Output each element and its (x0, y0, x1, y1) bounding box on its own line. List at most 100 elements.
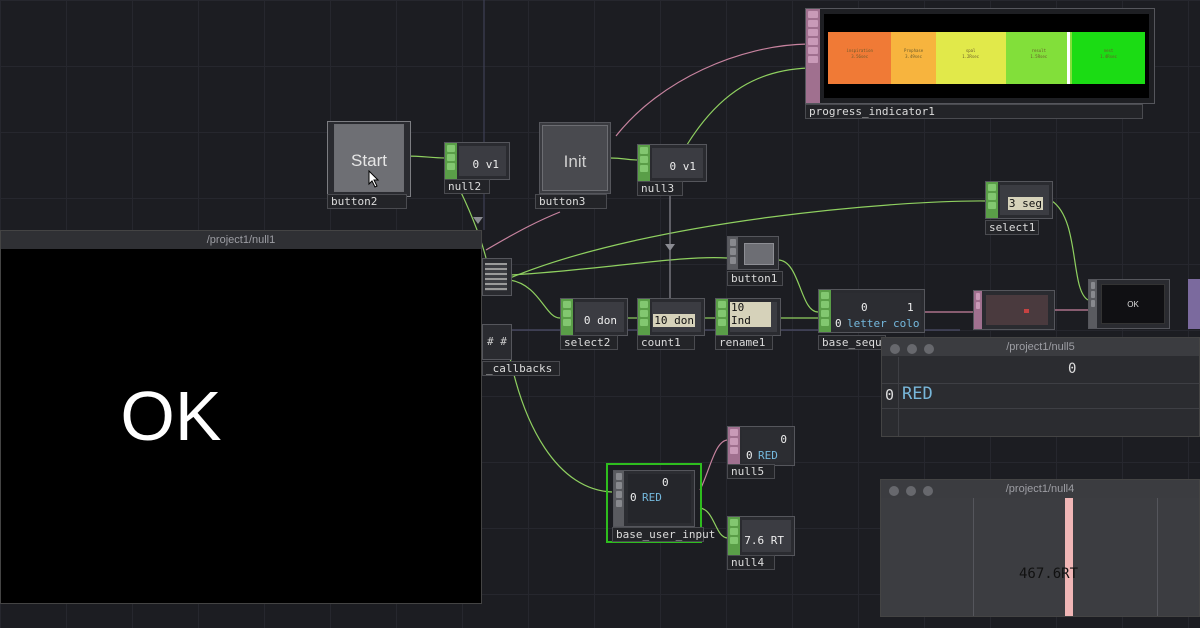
close-dot-icon[interactable] (890, 344, 900, 354)
zoom-dot-icon[interactable] (924, 344, 934, 354)
base-user-input-head: 0 (662, 476, 669, 489)
rename1-node[interactable]: 10 Ind (715, 298, 781, 336)
button1-preview (744, 243, 774, 265)
null3-value: 0 v1 (669, 160, 697, 173)
select1-value: 3 seg (1007, 197, 1043, 210)
base-sequence-cell1: colo (893, 317, 920, 329)
ok-node-text: OK (1127, 300, 1139, 309)
ok-node-preview: OK (1101, 284, 1165, 324)
count1-node[interactable]: 10 don (637, 298, 705, 336)
base-sequence-node[interactable]: 0 1 0 letter colo (818, 289, 925, 333)
null5-viewer-window[interactable]: /project1/null5 0 0 RED (881, 337, 1200, 437)
select2-value: 0 don (583, 314, 617, 327)
base-sequence-col0: 0 (861, 301, 868, 314)
progress-segment3-label: result 1.5Rsec (1030, 48, 1048, 59)
base-sequence-cell0: letter (847, 317, 887, 329)
base-sequence-col1: 1 (907, 301, 914, 314)
null1-ok-text: OK (120, 377, 222, 455)
select1-label: select1 (985, 220, 1039, 235)
base-user-input-row: 0 (630, 491, 637, 504)
null5-label: null5 (727, 464, 775, 479)
progress-marker (1067, 32, 1071, 84)
wire-button1-base (777, 259, 819, 313)
script-node[interactable] (973, 290, 1055, 330)
init-button[interactable]: Init (542, 125, 608, 191)
null3-node[interactable]: 0 v1 (637, 144, 707, 182)
minimize-dot-icon[interactable] (906, 486, 916, 496)
null5-head: 0 (780, 433, 787, 446)
null5-table-header: 0 (882, 357, 1199, 384)
progress-segment4: nest 1.4Rsec (1072, 32, 1145, 84)
button3-label: button3 (535, 194, 607, 209)
null2-value: 0 v1 (472, 158, 500, 171)
null1-viewer-window[interactable]: /project1/null1 OK (0, 230, 482, 604)
null5-node[interactable]: 0 0 RED (727, 426, 795, 466)
offscreen-node-edge (1188, 279, 1200, 329)
null3-label: null3 (637, 181, 683, 196)
callbacks-value: # # (487, 335, 507, 348)
script-node-preview (986, 295, 1048, 325)
minimize-dot-icon[interactable] (907, 344, 917, 354)
null5-cell-value: RED (902, 384, 933, 404)
callbacks-node[interactable]: # # (482, 324, 512, 360)
wire-userinput-null5 (699, 439, 729, 491)
progress-segment1: Prophase 3.49sec (891, 32, 936, 84)
base-sequence-label: base_seque (818, 335, 888, 350)
progress-segment3: result 1.5Rsec (1005, 32, 1073, 84)
base-user-input-label: base_user_input (612, 527, 715, 542)
select2-label: select2 (560, 335, 618, 350)
null4-marker (1065, 498, 1073, 616)
wire-hub-select2 (509, 279, 561, 319)
null5-cell: RED (758, 449, 778, 462)
window-controls (889, 484, 940, 502)
base-sequence-row: 0 (835, 317, 842, 329)
progress-segment0-label: inspiration 3.56sec (846, 48, 873, 59)
hub-node-preview (485, 263, 507, 291)
init-button-label: Init (563, 152, 587, 171)
progress-segment2: spal 1.2Rsec (935, 32, 1006, 84)
null1-window-title: /project1/null1 (1, 231, 481, 249)
start-button-label: Start (351, 151, 387, 170)
null4-value: 7.6 RT (744, 534, 784, 547)
button3-node[interactable]: Init (539, 122, 611, 194)
select1-node[interactable]: 3 seg (985, 181, 1053, 219)
null4-window-title: /project1/null4 (1005, 483, 1075, 495)
null2-node[interactable]: 0 v1 (444, 142, 510, 180)
wire-select1-ok (1051, 200, 1089, 301)
null4-window-titlebar[interactable]: /project1/null4 (881, 480, 1199, 498)
count1-value: 10 don (653, 314, 695, 327)
ok-node[interactable]: OK (1088, 279, 1170, 329)
count1-label: count1 (637, 335, 695, 350)
callbacks-label: _callbacks (482, 361, 560, 376)
null5-row-index: 0 (885, 386, 895, 404)
button1-node[interactable] (727, 236, 779, 270)
progress-indicator-viewer: inspiration 3.56sec Prophase 3.49sec spal … (824, 14, 1149, 98)
button1-label: button1 (727, 271, 783, 286)
progress-segment1-label: Prophase 3.49sec (903, 48, 924, 59)
progress-indicator-node[interactable]: inspiration 3.56sec Prophase 3.49sec spal … (805, 8, 1155, 104)
null5-window-title: /project1/null5 (1006, 341, 1075, 353)
null5-window-titlebar[interactable]: /project1/null5 (882, 338, 1199, 356)
wire-button2-null2 (404, 155, 447, 159)
null5-row: 0 (746, 449, 753, 462)
null4-viewer-window[interactable]: /project1/null4 467.6RT (880, 479, 1200, 617)
null4-node[interactable]: 7.6 RT (727, 516, 795, 556)
mouse-cursor-icon (368, 169, 380, 192)
select2-node[interactable]: 0 don (560, 298, 628, 336)
progress-bar: inspiration 3.56sec Prophase 3.49sec spal … (828, 32, 1145, 84)
progress-segment0: inspiration 3.56sec (828, 32, 892, 84)
rename1-label: rename1 (715, 335, 773, 350)
script-node-dot (1024, 309, 1029, 313)
base-user-input-node[interactable]: 0 0 RED base_user_input (606, 463, 715, 543)
progress-segment4-label: nest 1.4Rsec (1100, 48, 1117, 59)
close-dot-icon[interactable] (889, 486, 899, 496)
base-user-input-cell: RED (642, 491, 662, 504)
rename1-value: 10 Ind (730, 302, 771, 327)
wire-button3-null3 (609, 157, 640, 161)
null4-value: 467.6RT (1019, 566, 1079, 582)
null2-label: null2 (444, 179, 490, 194)
hub-node[interactable] (482, 258, 512, 296)
zoom-dot-icon[interactable] (923, 486, 933, 496)
null5-col-header: 0 (1068, 361, 1077, 377)
null4-label: null4 (727, 555, 775, 570)
